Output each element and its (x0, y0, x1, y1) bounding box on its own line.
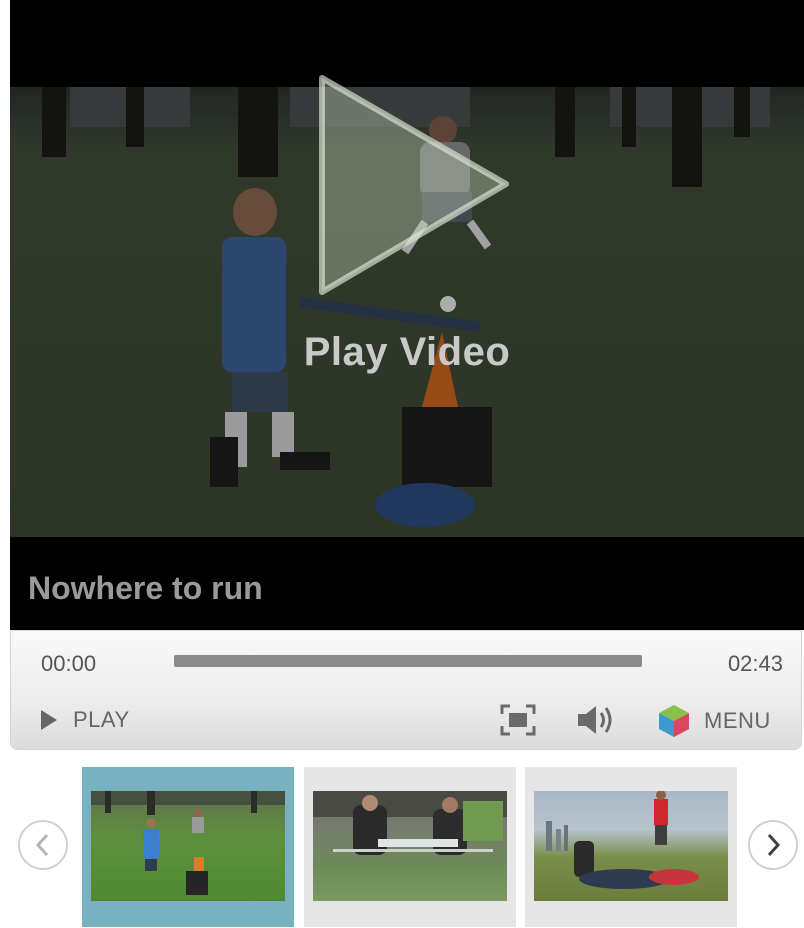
progress-bar[interactable] (174, 655, 642, 667)
next-button[interactable] (748, 820, 798, 870)
fullscreen-icon[interactable] (499, 703, 537, 737)
current-time: 00:00 (41, 651, 97, 676)
menu-cube-icon (659, 705, 689, 737)
thumbnail-image (534, 791, 728, 901)
thumbnail-3[interactable] (525, 767, 737, 927)
chevron-left-icon (35, 833, 49, 857)
volume-icon[interactable] (574, 702, 616, 738)
thumbnail-image (91, 791, 285, 901)
thumbnail-1[interactable] (82, 767, 294, 927)
previous-button[interactable] (18, 820, 68, 870)
video-title: Nowhere to run (28, 570, 263, 606)
duration: 02:43 (727, 651, 783, 676)
play-button[interactable]: PLAY (39, 707, 130, 733)
video-player[interactable]: Play Video Nowhere to run (10, 0, 804, 630)
player-controls: 00:00 02:43 PLAY MENU (10, 630, 802, 750)
play-video-overlay-icon[interactable] (310, 70, 520, 300)
chevron-right-icon (767, 833, 781, 857)
menu-button[interactable]: MENU (656, 703, 771, 739)
play-video-label[interactable]: Play Video (10, 330, 804, 375)
thumbnail-image (313, 791, 507, 901)
menu-label: MENU (704, 708, 771, 733)
play-icon (41, 710, 57, 730)
thumbnail-2[interactable] (304, 767, 516, 927)
play-label: PLAY (73, 707, 130, 732)
